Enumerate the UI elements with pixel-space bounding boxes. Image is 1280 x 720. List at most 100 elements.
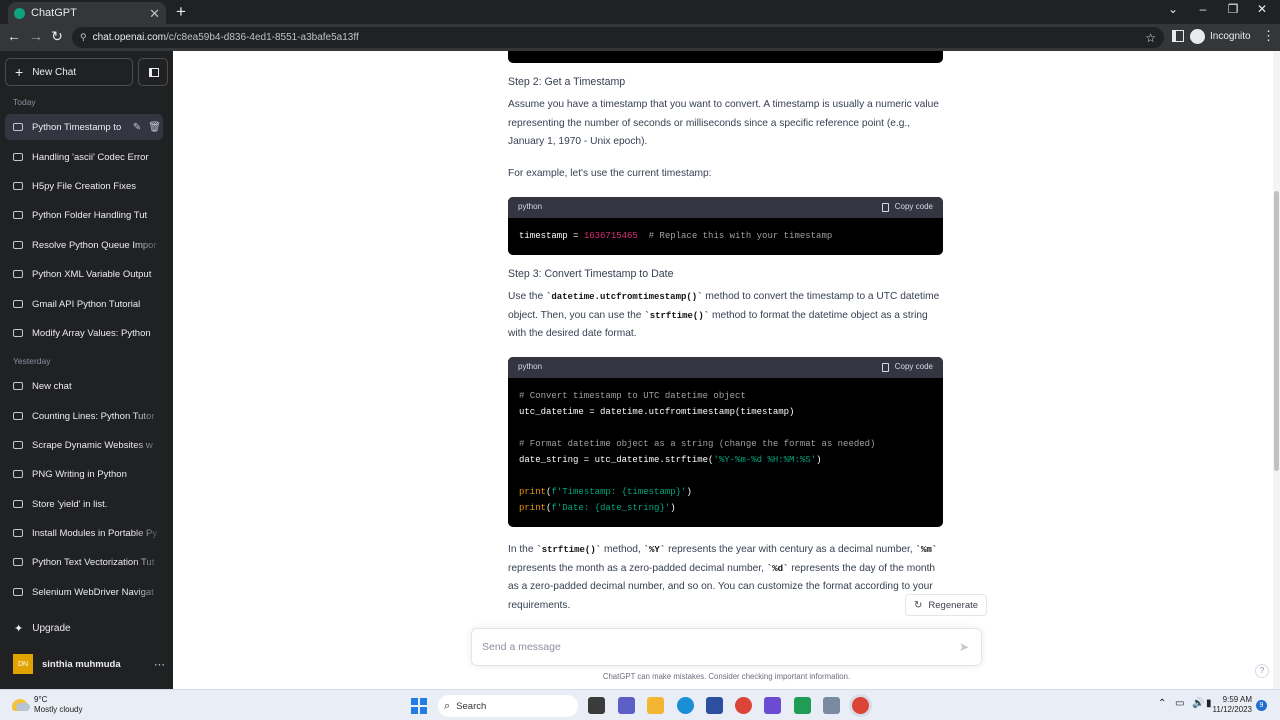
regenerate-button[interactable]: ↻ Regenerate (905, 594, 988, 616)
history-item[interactable]: Install Modules in Portable Py (5, 520, 163, 546)
close-window-button[interactable]: ✕ (1252, 2, 1272, 16)
taskbar-search[interactable]: ⌕ Search (438, 695, 578, 717)
code-token: ) (816, 455, 822, 465)
message-input[interactable] (482, 641, 922, 653)
history-label: Counting Lines: Python Tutor (32, 410, 155, 422)
sidebar: + New Chat Today Python Timestamp to ✎ 🗑… (0, 51, 173, 689)
taskbar: 9°C Mostly cloudy ⌕ Search ⌃ ▭ 🔊 ▮ 9:59 … (0, 689, 1280, 720)
section-yesterday: Yesterday (13, 356, 51, 366)
history-item[interactable]: Python Text Vectorization Tut (5, 549, 163, 575)
section-today: Today (13, 97, 36, 107)
user-menu[interactable]: DN sinthia muhmuda ⋯ (13, 653, 165, 675)
new-chat-button[interactable]: + New Chat (5, 58, 133, 86)
reload-icon[interactable]: ↻ (48, 28, 66, 45)
system-clock[interactable]: 9:59 AM 11/12/2023 (1212, 695, 1252, 715)
help-button[interactable]: ? (1255, 664, 1269, 678)
chat-bubble-icon (13, 153, 23, 161)
history-item[interactable]: Handling 'ascii' Codec Error (5, 144, 163, 170)
bookmark-star-icon[interactable]: ☆ (1145, 31, 1156, 45)
inline-code: `%d` (766, 563, 789, 574)
history-label: Python Timestamp to (32, 121, 122, 133)
chat-app-icon[interactable] (618, 697, 635, 714)
side-panel-icon[interactable] (1172, 30, 1184, 42)
copy-code-button[interactable]: Copy code (881, 358, 933, 377)
edit-pencil-icon[interactable]: ✎ (133, 122, 141, 133)
app-icon[interactable] (764, 697, 781, 714)
history-item[interactable]: New chat (5, 373, 163, 399)
chrome-icon[interactable] (735, 697, 752, 714)
browser-menu-icon[interactable]: ⋮ (1262, 28, 1275, 44)
code-language: python (518, 362, 543, 372)
inline-code: `%Y` (643, 545, 666, 555)
windows-start-icon[interactable] (411, 698, 427, 714)
history-item[interactable]: Selenium WebDriver Navigat (5, 579, 163, 605)
history-item[interactable]: Modify Array Values: Python (5, 320, 163, 346)
volume-icon[interactable]: 🔊 (1192, 698, 1204, 709)
new-tab-button[interactable]: + (172, 2, 190, 22)
step2-heading: Step 2: Get a Timestamp (508, 76, 626, 88)
weather-widget[interactable]: 9°C Mostly cloudy (12, 695, 82, 715)
inline-code: `strftime()` (536, 545, 602, 555)
history-item[interactable]: Python Folder Handling Tut (5, 202, 163, 228)
code-token: ) (670, 503, 676, 513)
chrome-incognito-icon[interactable] (852, 697, 869, 714)
text-run: Use the (508, 291, 546, 302)
code-block-header: python Copy code (508, 197, 943, 218)
history-item[interactable]: Counting Lines: Python Tutor (5, 403, 163, 429)
app-icon[interactable] (823, 697, 840, 714)
code-language: python (518, 202, 543, 212)
upgrade-button[interactable]: ✦ Upgrade (14, 622, 71, 635)
back-arrow-icon[interactable]: ← (5, 28, 23, 44)
code-token: date_string = utc_datetime.strftime( (519, 455, 714, 465)
history-item[interactable]: PNG Writing in Python (5, 461, 163, 487)
network-icon[interactable]: ▭ (1175, 698, 1184, 709)
regenerate-label: Regenerate (928, 599, 979, 611)
edge-browser-icon[interactable] (677, 697, 694, 714)
notification-badge[interactable]: 9 (1256, 700, 1267, 711)
close-tab-icon[interactable]: ✕ (149, 7, 160, 20)
tray-chevron-icon[interactable]: ⌃ (1158, 698, 1166, 709)
chat-bubble-icon (13, 300, 23, 308)
delete-trash-icon[interactable]: 🗑 (148, 122, 161, 133)
incognito-icon (1190, 29, 1205, 44)
sidebar-toggle-icon (149, 68, 159, 77)
history-label: Python XML Variable Output (32, 268, 152, 280)
toggle-sidebar-button[interactable] (138, 58, 168, 86)
avatar: DN (13, 654, 33, 674)
chat-bubble-icon (13, 588, 23, 596)
upgrade-label: Upgrade (32, 623, 71, 634)
text-run: represents the month as a zero-padded de… (508, 562, 767, 574)
history-item[interactable]: Gmail API Python Tutorial (5, 291, 163, 317)
text-run: represents the year with century as a de… (665, 544, 916, 555)
forward-arrow-icon[interactable]: → (27, 28, 45, 44)
chat-bubble-icon (13, 329, 23, 337)
file-explorer-icon[interactable] (647, 697, 664, 714)
history-item[interactable]: Resolve Python Queue Impor (5, 232, 163, 258)
restore-button[interactable]: ❐ (1223, 2, 1243, 16)
more-options-icon[interactable]: ⋯ (154, 658, 165, 671)
tab-search-chevron-icon[interactable]: ⌄ (1163, 2, 1183, 16)
history-item[interactable]: Python XML Variable Output (5, 261, 163, 287)
browser-tab[interactable]: ChatGPT ✕ (8, 2, 166, 24)
site-info-icon[interactable]: ⚲ (80, 32, 87, 43)
chat-bubble-icon (13, 382, 23, 390)
battery-icon[interactable]: ▮ (1206, 698, 1212, 709)
code-content: timestamp = 1636715465 # Replace this wi… (508, 218, 943, 254)
page-scrollbar[interactable] (1273, 51, 1280, 689)
spreadsheet-app-icon[interactable] (794, 697, 811, 714)
scrollbar-thumb[interactable] (1274, 191, 1279, 471)
history-item-active[interactable]: Python Timestamp to ✎ 🗑 (5, 114, 163, 140)
history-item[interactable]: Scrape Dynamic Websites w (5, 432, 163, 458)
address-bar[interactable]: ⚲ chat.openai.com /c/c8ea59b4-d836-4ed1-… (72, 27, 1164, 48)
message-composer: ➤ (471, 628, 982, 666)
minimize-button[interactable]: – (1193, 2, 1213, 16)
history-item[interactable]: Store 'yield' in list. (5, 491, 163, 517)
copy-code-button[interactable]: Copy code (881, 198, 933, 217)
task-view-icon[interactable] (588, 697, 605, 714)
history-item[interactable]: H5py File Creation Fixes (5, 173, 163, 199)
code-block-convert: python Copy code # Convert timestamp to … (508, 357, 943, 527)
store-icon[interactable] (706, 697, 723, 714)
incognito-indicator[interactable]: Incognito (1190, 29, 1251, 44)
send-icon[interactable]: ➤ (959, 640, 969, 654)
new-chat-label: New Chat (32, 66, 77, 78)
